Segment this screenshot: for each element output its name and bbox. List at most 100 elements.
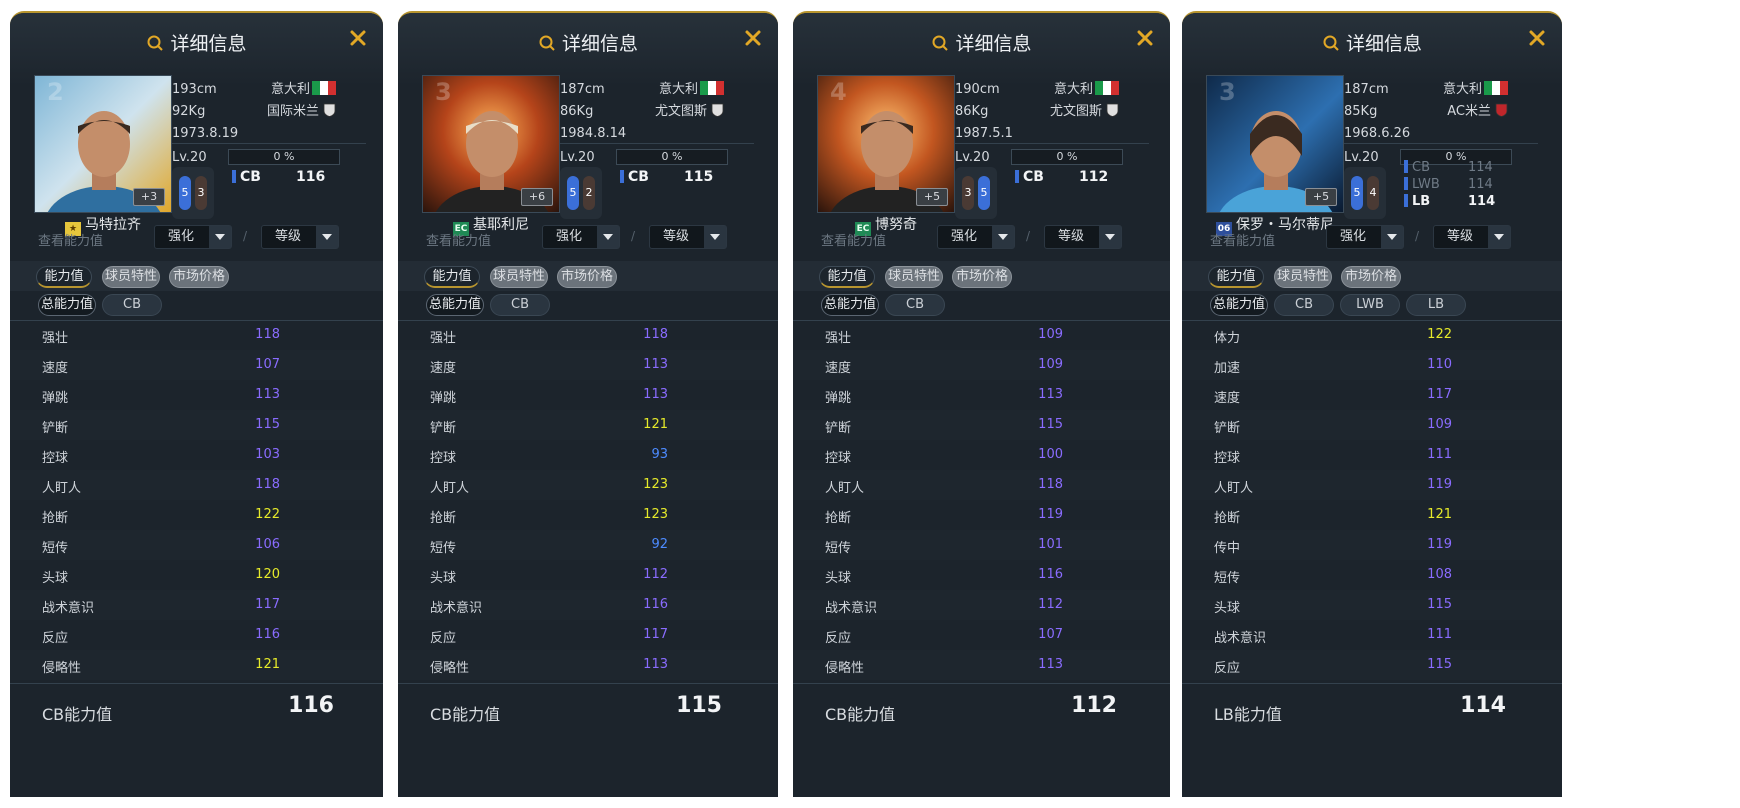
stat-label: 速度 — [1214, 391, 1241, 406]
stat-label: 战术意识 — [1214, 631, 1267, 646]
dropdown-value: 等级 — [1446, 229, 1473, 244]
tab-market[interactable]: 市场价格 — [1341, 266, 1401, 288]
level-dropdown[interactable]: 等级 — [649, 225, 727, 249]
overall-value: 115 — [676, 693, 722, 718]
stat-value: 111 — [1427, 627, 1452, 642]
stat-row: 控球 103 — [10, 440, 383, 470]
player-portrait: 3 +5 — [1206, 75, 1344, 213]
total-ability-pill[interactable]: 总能力值 — [426, 294, 484, 316]
filter-separator: / — [631, 229, 636, 243]
stat-value: 106 — [255, 537, 280, 552]
player-birth: 1968.6.26 — [1344, 126, 1411, 141]
tab-market[interactable]: 市场价格 — [169, 266, 229, 288]
strengthen-dropdown[interactable]: 强化 — [154, 225, 232, 249]
total-ability-pill[interactable]: 总能力值 — [821, 294, 879, 316]
stat-label: 人盯人 — [825, 481, 865, 496]
stat-value: 115 — [1038, 417, 1063, 432]
position-bar — [1404, 194, 1408, 207]
right-foot-rating: 5 — [978, 176, 990, 210]
position-filter-pill[interactable]: CB — [490, 294, 550, 316]
stat-value: 113 — [255, 387, 280, 402]
player-weight: 92Kg — [172, 104, 206, 119]
panel-header: 详细信息 — [398, 29, 778, 61]
stat-value: 122 — [255, 507, 280, 522]
close-button[interactable] — [1134, 27, 1156, 49]
overall-label: CB能力值 — [825, 705, 896, 724]
search-icon — [1323, 35, 1339, 51]
tab-traits[interactable]: 球员特性 — [102, 266, 160, 288]
stat-label: 头球 — [42, 571, 69, 586]
preferred-foot-indicator: 54 — [1344, 167, 1386, 219]
stat-label: 强壮 — [42, 331, 69, 346]
stat-row: 铲断 115 — [10, 410, 383, 440]
tab-ability[interactable]: 能力值 — [819, 266, 875, 288]
player-country: 意大利 — [270, 82, 310, 97]
stat-label: 速度 — [42, 361, 69, 376]
club-row: 国际米兰 — [267, 101, 336, 123]
panel-header: 详细信息 — [1182, 29, 1562, 61]
level-dropdown[interactable]: 等级 — [261, 225, 339, 249]
stat-label: 铲断 — [1214, 421, 1241, 436]
stat-value: 115 — [1427, 597, 1452, 612]
club-row: 尤文图斯 — [655, 101, 724, 123]
level-dropdown[interactable]: 等级 — [1433, 225, 1511, 249]
strengthen-dropdown[interactable]: 强化 — [1326, 225, 1404, 249]
stat-row: 头球 120 — [10, 560, 383, 590]
position-bar — [1015, 170, 1019, 183]
strengthen-dropdown[interactable]: 强化 — [542, 225, 620, 249]
left-foot-rating: 5 — [179, 176, 191, 210]
position-filter-pill[interactable]: LB — [1406, 294, 1466, 316]
player-bio: 187cm 86Kg 1984.8.14 — [560, 79, 626, 145]
panel-title: 详细信息 — [170, 33, 247, 55]
tab-market[interactable]: 市场价格 — [952, 266, 1012, 288]
stat-row: 反应 115 — [1182, 650, 1562, 680]
chevron-down-icon — [209, 226, 231, 248]
stat-label: 强壮 — [430, 331, 457, 346]
tab-ability[interactable]: 能力值 — [424, 266, 480, 288]
position-filter-pill[interactable]: CB — [1274, 294, 1334, 316]
player-detail-panel: 详细信息 2 +3 ★ 马特拉齐 193cm 92Kg 1973.8.19 意大利 国际米兰 Lv.… — [10, 11, 383, 797]
bio-divider — [560, 143, 754, 144]
preferred-foot-indicator: 35 — [955, 167, 997, 219]
dropdown-value: 等级 — [1057, 229, 1084, 244]
overall-value: 114 — [1460, 693, 1506, 718]
stat-value: 109 — [1038, 357, 1063, 372]
stat-row: 短传 101 — [793, 530, 1170, 560]
bio-divider — [172, 143, 366, 144]
position-filter-pill[interactable]: CB — [885, 294, 945, 316]
total-ability-pill[interactable]: 总能力值 — [1210, 294, 1268, 316]
position-filter-pill[interactable]: CB — [102, 294, 162, 316]
stat-label: 强壮 — [825, 331, 852, 346]
stat-row: 反应 107 — [793, 620, 1170, 650]
upgrade-badge: +3 — [133, 188, 165, 206]
position-filter-pill[interactable]: LWB — [1340, 294, 1400, 316]
country-row: 意大利 — [655, 79, 724, 101]
player-portrait: 4 +5 — [817, 75, 955, 213]
stat-value: 107 — [1038, 627, 1063, 642]
tab-traits[interactable]: 球员特性 — [490, 266, 548, 288]
stat-row: 铲断 115 — [793, 410, 1170, 440]
chevron-down-icon — [316, 226, 338, 248]
close-button[interactable] — [1526, 27, 1548, 49]
strengthen-dropdown[interactable]: 强化 — [937, 225, 1015, 249]
chevron-down-icon — [992, 226, 1014, 248]
total-ability-pill[interactable]: 总能力值 — [38, 294, 96, 316]
dropdown-value: 等级 — [274, 229, 301, 244]
level-dropdown[interactable]: 等级 — [1044, 225, 1122, 249]
tab-traits[interactable]: 球员特性 — [1274, 266, 1332, 288]
stat-value: 111 — [1427, 447, 1452, 462]
tab-ability[interactable]: 能力值 — [1208, 266, 1264, 288]
tab-market[interactable]: 市场价格 — [557, 266, 617, 288]
panel-title: 详细信息 — [561, 33, 638, 55]
chevron-down-icon — [1099, 226, 1121, 248]
stat-value: 103 — [255, 447, 280, 462]
italy-flag-icon — [1093, 81, 1119, 97]
close-button[interactable] — [347, 27, 369, 49]
stat-value: 123 — [643, 507, 668, 522]
tab-ability[interactable]: 能力值 — [36, 266, 92, 288]
stat-row: 人盯人 118 — [793, 470, 1170, 500]
stat-row: 战术意识 111 — [1182, 620, 1562, 650]
stat-label: 抢断 — [825, 511, 852, 526]
tab-traits[interactable]: 球员特性 — [885, 266, 943, 288]
close-button[interactable] — [742, 27, 764, 49]
